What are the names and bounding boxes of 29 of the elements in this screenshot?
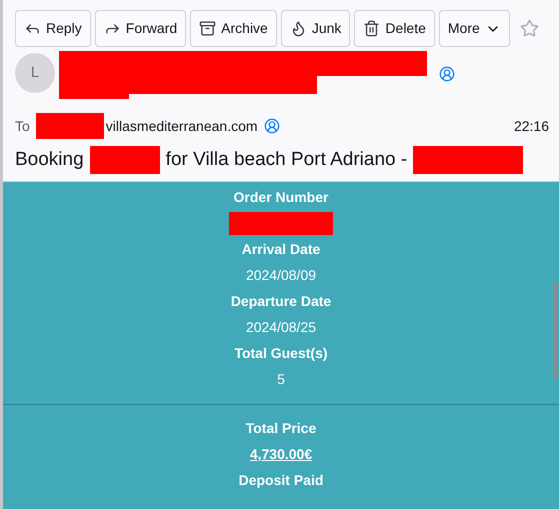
field-label: Total Guest(s) (234, 344, 328, 363)
subject-text: Booking (15, 148, 84, 172)
field-label: Departure Date (230, 292, 332, 311)
field-value: 4,730.00€ (250, 445, 312, 464)
field-label: Arrival Date (242, 240, 320, 259)
field-label: Order Number (234, 188, 328, 207)
archive-icon (199, 20, 216, 37)
field-label: Deposit Paid (238, 471, 324, 490)
redaction-box (90, 146, 160, 174)
contact-icon[interactable] (264, 118, 280, 134)
junk-button[interactable]: Junk (280, 10, 350, 47)
contact-icon[interactable] (439, 66, 455, 82)
field-value: 2024/08/25 (246, 318, 316, 337)
trash-icon (363, 20, 380, 37)
delete-button[interactable]: Delete (354, 10, 435, 47)
redaction-box (36, 113, 104, 139)
avatar: L (15, 53, 55, 93)
archive-button[interactable]: Archive (190, 10, 277, 47)
field-value: 2024/08/09 (246, 266, 316, 285)
recipient-address[interactable]: villasmediterranean.com (106, 116, 258, 136)
message-time: 22:16 (514, 116, 549, 136)
star-icon[interactable] (520, 19, 539, 38)
to-label: To (15, 116, 30, 136)
subject-text: for Villa beach Port Adriano - (166, 148, 408, 172)
forward-button[interactable]: Forward (94, 10, 186, 47)
reply-button[interactable]: Reply (15, 10, 91, 47)
more-button[interactable]: More (438, 10, 510, 47)
field-label: Total Price (246, 419, 316, 438)
field-value: 5 (277, 370, 285, 389)
